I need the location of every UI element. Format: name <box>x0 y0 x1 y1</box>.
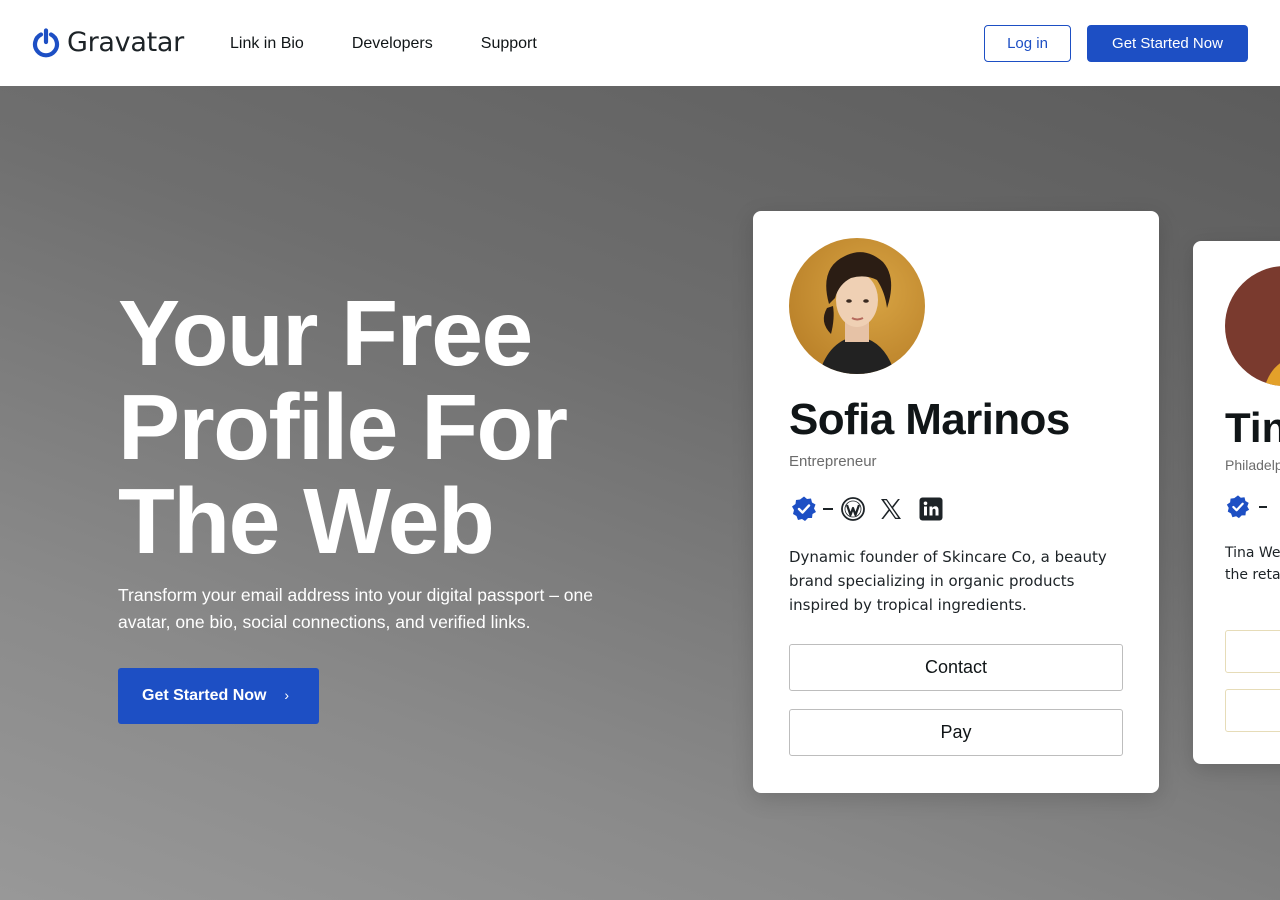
hero-get-started-button[interactable]: Get Started Now › <box>118 668 319 724</box>
profile-name: Tin <box>1225 404 1280 451</box>
profile-bio-line: the retai <box>1225 567 1280 583</box>
nav-support[interactable]: Support <box>481 35 537 53</box>
hero-section: Your Free Profile For The Web Transform … <box>0 86 1280 900</box>
verified-badge-icon[interactable] <box>789 494 819 524</box>
nav-link-in-bio[interactable]: Link in Bio <box>230 35 304 53</box>
hero-title: Your Free Profile For The Web <box>118 281 568 573</box>
social-links <box>789 494 946 524</box>
separator-dash <box>823 508 833 510</box>
avatar <box>1225 266 1280 386</box>
x-icon[interactable] <box>876 494 906 524</box>
verified-badge-icon[interactable] <box>1225 494 1251 520</box>
profile-bio-line: Tina Wel <box>1225 545 1280 561</box>
profile-bio: Dynamic founder of Skincare Co, a beauty… <box>789 548 1107 614</box>
logo-text: Gravatar <box>67 27 184 58</box>
chevron-right-icon: › <box>284 687 289 703</box>
header-get-started-button[interactable]: Get Started Now <box>1087 25 1248 62</box>
contact-button[interactable] <box>1225 630 1280 673</box>
social-links <box>1225 494 1267 520</box>
pay-button[interactable]: Pay <box>789 709 1123 756</box>
main-nav: Link in Bio Developers Support <box>230 35 537 53</box>
pay-button[interactable] <box>1225 689 1280 732</box>
site-header: Gravatar Link in Bio Developers Support … <box>0 0 1280 86</box>
profile-name: Sofia Marinos <box>789 395 1070 444</box>
login-button[interactable]: Log in <box>984 25 1071 62</box>
avatar-portrait-image <box>1225 266 1280 386</box>
avatar-portrait-image <box>789 238 925 374</box>
gravatar-power-icon <box>32 27 60 57</box>
wordpress-icon[interactable] <box>838 494 868 524</box>
profile-bio: Tina Wel the retai <box>1225 542 1280 586</box>
gravatar-logo[interactable]: Gravatar <box>32 27 184 58</box>
profile-location: Philadelp <box>1225 457 1280 473</box>
contact-button[interactable]: Contact <box>789 644 1123 691</box>
nav-developers[interactable]: Developers <box>352 35 433 53</box>
hero-cta-label: Get Started Now <box>142 687 267 704</box>
separator-dash <box>1259 506 1267 508</box>
linkedin-icon[interactable] <box>916 494 946 524</box>
profile-role: Entrepreneur <box>789 453 877 470</box>
profile-card: Sofia Marinos Entrepreneur Dynamic found… <box>753 211 1159 793</box>
hero-subtitle: Transform your email address into your d… <box>118 585 593 632</box>
profile-card-partial: Tin Philadelp Tina Wel the retai <box>1193 241 1280 764</box>
avatar <box>789 238 925 374</box>
